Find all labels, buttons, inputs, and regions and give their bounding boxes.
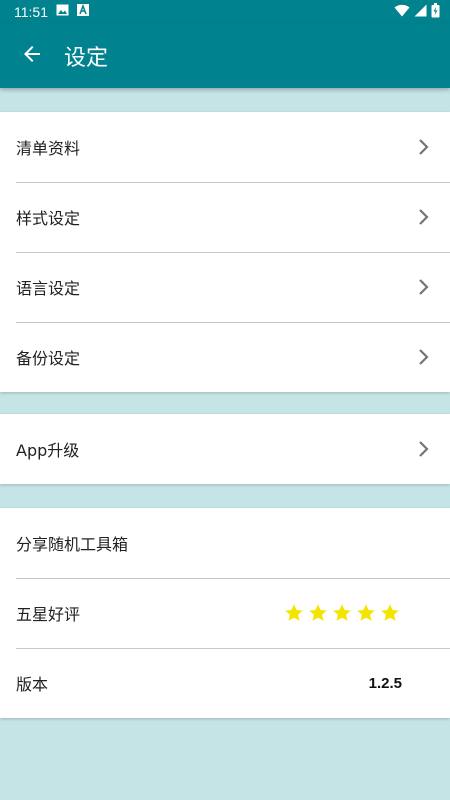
list-item-language-settings[interactable]: 语言设定	[0, 252, 450, 322]
star-rating[interactable]	[284, 603, 400, 623]
settings-group-1: 清单资料 样式设定 语言设定 备份设定	[0, 112, 450, 392]
status-time: 11:51	[14, 4, 48, 20]
list-item-app-upgrade[interactable]: App升级	[0, 414, 450, 484]
list-item-label: 分享随机工具箱	[16, 535, 129, 554]
chevron-right-icon	[418, 277, 432, 297]
star-icon	[381, 604, 399, 621]
page-title: 设定	[64, 46, 109, 71]
settings-group-3: 分享随机工具箱 五星好评 版本 1.2.5	[0, 508, 450, 718]
list-item-style-settings[interactable]: 样式设定	[0, 182, 450, 252]
image-icon	[56, 4, 69, 20]
list-item-list-data[interactable]: 清单资料	[0, 112, 450, 182]
version-value: 1.2.5	[368, 674, 402, 692]
status-bar: 11:51	[0, 0, 450, 24]
text-a-icon	[77, 3, 89, 20]
chevron-right-icon	[418, 137, 432, 157]
chevron-right-icon	[418, 347, 432, 367]
battery-icon	[431, 2, 440, 22]
chevron-right-icon	[418, 207, 432, 227]
arrow-left-icon	[20, 42, 44, 70]
star-icon	[333, 604, 351, 621]
signal-icon	[414, 4, 427, 21]
list-item-label: 五星好评	[16, 605, 81, 624]
list-item-backup-settings[interactable]: 备份设定	[0, 322, 450, 392]
list-item-label: 备份设定	[16, 349, 81, 368]
list-item-label: 版本	[16, 675, 49, 694]
list-item-label: 样式设定	[16, 209, 81, 228]
list-item-label: 语言设定	[16, 279, 81, 298]
settings-group-2: App升级	[0, 414, 450, 484]
star-icon	[309, 604, 327, 621]
list-item-label: App升级	[16, 441, 80, 460]
star-icon	[357, 604, 375, 621]
app-bar: 设定	[0, 24, 450, 88]
star-icon	[285, 604, 303, 621]
list-item-version: 版本 1.2.5	[0, 648, 450, 718]
list-item-rate[interactable]: 五星好评	[0, 578, 450, 648]
list-item-label: 清单资料	[16, 139, 81, 158]
back-button[interactable]	[0, 24, 64, 88]
chevron-right-icon	[418, 439, 432, 459]
list-item-share[interactable]: 分享随机工具箱	[0, 508, 450, 578]
wifi-icon	[394, 4, 410, 21]
